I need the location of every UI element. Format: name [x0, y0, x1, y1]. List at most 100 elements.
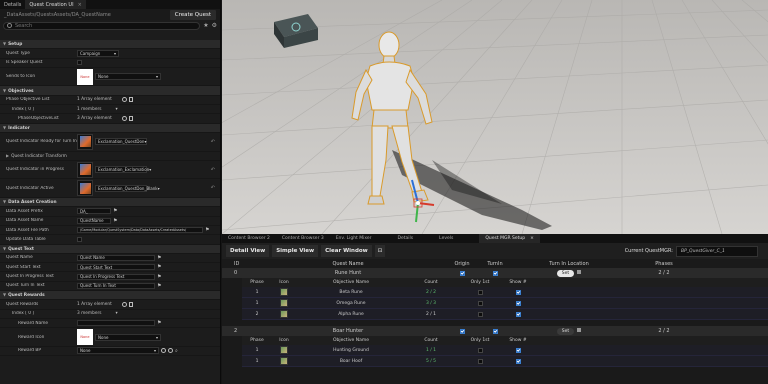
level-viewport[interactable] [222, 0, 768, 234]
quest-progress-input[interactable]: Quest In Progress Text [77, 273, 155, 280]
chevron-down-icon: ▼ [3, 292, 7, 298]
quest-turnin-input[interactable]: Quest Turn In Text [77, 282, 155, 289]
quest-name-input[interactable]: Quest Name [77, 254, 155, 261]
only-first-checkbox[interactable] [477, 300, 483, 306]
turnin-checkbox[interactable] [492, 271, 498, 276]
trash-icon[interactable] [128, 301, 133, 307]
viewport-scene [222, 0, 768, 234]
only-first-checkbox[interactable] [477, 311, 483, 317]
show-count-checkbox[interactable] [515, 358, 521, 364]
add-element-icon[interactable] [121, 116, 127, 122]
tab-levels[interactable]: Levels [433, 234, 459, 243]
refresh-icon: ⊡ [377, 248, 383, 254]
quest-table-header: ID Quest Name Origin TurnIn Turn In Loca… [222, 259, 768, 268]
chevron-down-icon: ▼ [3, 199, 7, 205]
indicator-active-dropdown[interactable]: Exclamation_QuestDon_Blank ▾ [95, 184, 160, 192]
show-count-checkbox[interactable] [515, 311, 521, 317]
close-icon[interactable]: × [78, 2, 82, 8]
only-first-checkbox[interactable] [477, 358, 483, 364]
quest-table: ID Quest Name Origin TurnIn Turn In Loca… [222, 259, 768, 367]
close-icon[interactable]: × [530, 236, 534, 241]
objective-row[interactable]: 1 Boar Hoof 5 / 5 [242, 356, 768, 367]
tab-env-light-mixer[interactable]: Env. Light Mixer [330, 234, 378, 243]
icon-thumbnail[interactable]: None [77, 68, 93, 85]
chevron-down-icon: ▼ [3, 245, 7, 251]
use-selected-icon[interactable] [168, 348, 173, 354]
update-table-checkbox[interactable] [77, 236, 82, 242]
add-element-icon[interactable] [121, 97, 127, 103]
indicator-ready-dropdown[interactable]: Exclamation_QuestDon ▾ [95, 138, 147, 146]
reward-name-input[interactable] [77, 320, 155, 327]
reward-icon-thumbnail[interactable]: None [77, 329, 93, 345]
tab-details[interactable]: Details [0, 0, 25, 9]
objective-row[interactable]: 1 Beta Rune 2 / 2 [242, 287, 768, 298]
chevron-right-icon[interactable]: ▶ [6, 153, 9, 158]
category-objectives[interactable]: ▼ Objectives [0, 86, 220, 96]
row-da-path: Data Asset File Path/Game/Modular/QuestS… [0, 226, 220, 236]
clear-window-button[interactable]: Clear Window [321, 245, 372, 257]
objective-row[interactable]: 2 Alpha Rune 2 / 1 [242, 309, 768, 320]
star-icon[interactable]: ★ [203, 22, 208, 29]
quest-row[interactable]: 2 Boar Hunter Set 2 / 2 [222, 326, 768, 336]
asset-path: _DataAssets/QuestsAssets/DA_QuestName [4, 11, 111, 18]
show-count-checkbox[interactable] [515, 289, 521, 295]
add-element-icon[interactable] [121, 301, 127, 307]
quest-type-dropdown[interactable]: Campaign ▾ [77, 49, 119, 57]
pick-icon[interactable]: ⌕ [175, 348, 178, 354]
tab-content-browser-2[interactable]: Content Browser 2 [222, 234, 276, 243]
category-setup[interactable]: ▼ Setup [0, 40, 220, 50]
flag-icon: ⚑ [113, 217, 118, 224]
indicator-thumbnail[interactable] [77, 161, 93, 178]
indicator-thumbnail[interactable] [77, 180, 93, 197]
origin-checkbox[interactable] [459, 329, 465, 334]
category-rewards[interactable]: ▼ Quest Rewards [0, 291, 220, 301]
chevron-down-icon[interactable]: ▾ [116, 107, 118, 112]
create-quest-button[interactable]: Create Quest [169, 9, 216, 20]
only-first-checkbox[interactable] [477, 347, 483, 353]
tab-quest-mgr-setup[interactable]: Quest MGR Setup × [479, 234, 540, 243]
chevron-down-icon[interactable]: ▾ [116, 311, 118, 316]
show-count-checkbox[interactable] [515, 300, 521, 306]
show-count-checkbox[interactable] [515, 347, 521, 353]
reset-icon[interactable]: ↶ [211, 139, 215, 145]
objective-row[interactable]: 1 Omega Rune 3 / 3 [242, 298, 768, 309]
gear-icon[interactable]: ⚙ [212, 22, 217, 29]
current-questmgr-field[interactable]: BP_QuestGiver_C_1 [676, 245, 758, 257]
is-speaker-checkbox[interactable] [77, 60, 82, 66]
detail-view-button[interactable]: Detail View [226, 245, 270, 257]
set-location-button[interactable]: Set [556, 269, 575, 277]
turnin-checkbox[interactable] [492, 329, 498, 334]
da-path-input[interactable]: /Game/Modular/QuestSystem/Data/DataAsset… [77, 227, 203, 234]
sends-to-icon-dropdown[interactable]: None ▾ [95, 73, 161, 81]
set-location-button[interactable]: Set [556, 327, 575, 335]
origin-checkbox[interactable] [459, 271, 465, 276]
search-input[interactable]: Search [3, 21, 201, 30]
tab-content-browser-3[interactable]: Content Browser 3 [276, 234, 330, 243]
simple-view-button[interactable]: Simple View [272, 245, 319, 257]
trash-icon[interactable] [128, 116, 133, 122]
trash-icon[interactable] [128, 97, 133, 103]
reset-icon[interactable]: ↶ [211, 167, 215, 173]
indicator-progress-dropdown[interactable]: Exclamation_Exclamation ▾ [95, 166, 151, 174]
objective-row[interactable]: 1 Hunting Ground 1 / 1 [242, 345, 768, 356]
row-da-name: Data Asset Name QuestName ⚑ [0, 217, 220, 226]
refresh-button[interactable]: ⊡ [374, 245, 386, 257]
tab-quest-creation[interactable]: Quest Creation UI × [25, 0, 86, 9]
location-icon [577, 269, 582, 274]
row-da-prefix: Data Asset Prefix DA_ ⚑ [0, 207, 220, 217]
tab-details[interactable]: Details [392, 234, 420, 243]
da-name-input[interactable]: QuestName [77, 217, 111, 224]
quest-row[interactable]: 0 Rune Hunt Set 2 / 2 [222, 268, 768, 278]
browse-icon[interactable] [161, 348, 166, 354]
category-indicator[interactable]: ▼ Indicator [0, 123, 220, 133]
objective-header: Phase Icon Objective Name Count Only 1st… [242, 336, 768, 345]
reward-bp-dropdown[interactable]: None ▾ [77, 347, 159, 355]
da-prefix-input[interactable]: DA_ [77, 208, 111, 215]
indicator-thumbnail[interactable] [77, 133, 93, 150]
category-quest-text[interactable]: ▼ Quest Text [0, 244, 220, 254]
category-data-asset[interactable]: ▼ Data Asset Creation [0, 198, 220, 208]
quest-start-input[interactable]: Quest Start Text [77, 264, 155, 271]
reward-icon-dropdown[interactable]: None ▾ [95, 333, 161, 341]
reset-icon[interactable]: ↶ [211, 185, 215, 191]
only-first-checkbox[interactable] [477, 289, 483, 295]
